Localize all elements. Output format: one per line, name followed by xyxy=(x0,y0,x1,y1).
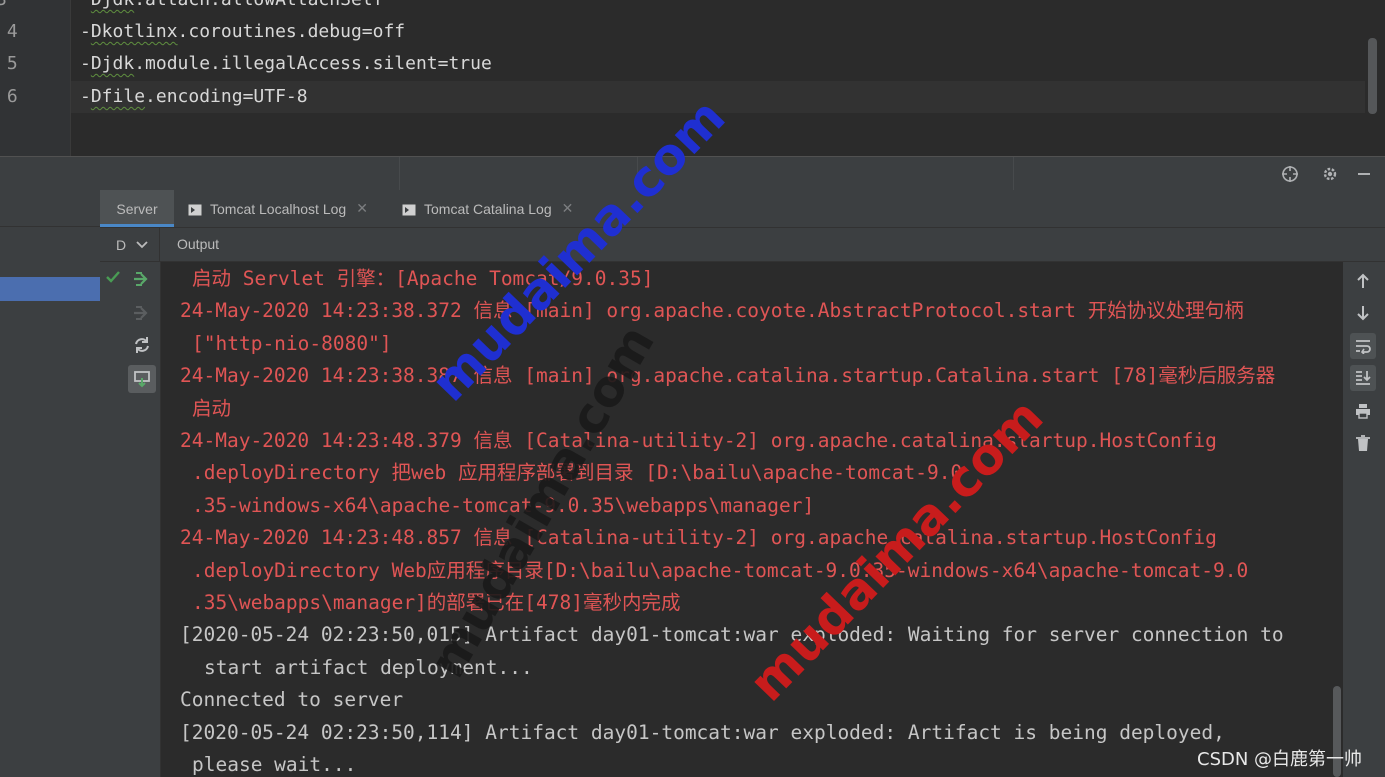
tab-bar: Server Tomcat Localhost Log ✕ Tomcat Cat… xyxy=(100,190,1385,228)
console-line: ["http-nio-8080"] xyxy=(192,331,392,355)
console-line: Connected to server xyxy=(180,688,404,712)
chevron-down-icon xyxy=(136,238,148,252)
console-line: [2020-05-24 02:23:50,015] Artifact day01… xyxy=(180,623,1284,647)
console-line: .35\webapps\manager]的部署已在[478]毫秒内完成 xyxy=(192,591,681,614)
close-icon[interactable]: ✕ xyxy=(562,200,574,217)
trash-icon[interactable] xyxy=(1350,430,1376,456)
code-line[interactable]: Djdk.attach.allowAttachSelf xyxy=(80,0,384,16)
console-line: .deployDirectory Web应用程序目录[D:\bailu\apac… xyxy=(192,558,1249,582)
tab-tomcat-localhost-log[interactable]: Tomcat Localhost Log ✕ xyxy=(188,190,368,227)
check-icon xyxy=(100,264,126,290)
minimize-icon[interactable] xyxy=(1352,162,1376,186)
console-line: please wait... xyxy=(192,753,357,776)
console-line: 启动 Servlet 引擎：[Apache Tomcat/9.0.35] xyxy=(192,267,654,290)
console-line: [2020-05-24 02:23:50,114] Artifact day01… xyxy=(180,720,1225,744)
console-line: .deployDirectory 把web 应用程序部署到目录 [D:\bail… xyxy=(192,461,963,485)
selected-tree-node[interactable] xyxy=(0,277,100,301)
output-title: Output xyxy=(177,236,220,252)
line-number: 15 xyxy=(6,53,18,74)
console-line: 启动 xyxy=(192,396,232,420)
deploy-disabled-icon[interactable] xyxy=(129,300,155,326)
deploy-all-icon[interactable] xyxy=(129,266,155,292)
log-icon xyxy=(402,203,416,215)
tab-server[interactable]: Server xyxy=(100,190,174,227)
deploy-selected-icon[interactable] xyxy=(128,365,156,393)
tab-label: Tomcat Catalina Log xyxy=(424,200,552,217)
print-icon[interactable] xyxy=(1350,398,1376,424)
arrow-down-icon[interactable] xyxy=(1350,300,1376,326)
console-line: 24-May-2020 14:23:48.857 信息 [Catalina-ut… xyxy=(180,526,1217,550)
arrow-up-icon[interactable] xyxy=(1350,268,1376,294)
console-line: .35-windows-x64\apache-tomcat-9.0.35\web… xyxy=(192,493,815,517)
server-action-toolbar xyxy=(100,262,161,777)
code-line[interactable]: -Dfile.encoding=UTF-8 xyxy=(80,81,308,113)
line-number: 3 xyxy=(0,0,7,16)
gear-icon[interactable] xyxy=(1318,162,1342,186)
log-icon xyxy=(188,203,202,215)
line-number: 16 xyxy=(6,86,18,107)
console-line: 24-May-2020 14:23:38.387 信息 [main] org.a… xyxy=(180,364,1276,388)
header-divider xyxy=(637,157,638,190)
crosshair-icon[interactable] xyxy=(1278,162,1302,186)
header-divider xyxy=(399,157,400,190)
tool-window-header xyxy=(0,156,1385,190)
tab-label: Server xyxy=(116,200,158,217)
tab-tomcat-catalina-log[interactable]: Tomcat Catalina Log ✕ xyxy=(402,190,573,227)
refresh-icon[interactable] xyxy=(129,332,155,358)
console-line: start artifact deployment... xyxy=(204,655,533,679)
services-tree-panel[interactable] xyxy=(0,190,101,777)
output-header: D Output xyxy=(100,228,1385,262)
line-number: 14 xyxy=(6,21,18,42)
code-line[interactable]: -Djdk.module.illegalAccess.silent=true xyxy=(80,48,492,80)
editor-scrollbar[interactable] xyxy=(1368,38,1377,114)
console-line: 24-May-2020 14:23:38.372 信息 [main] org.a… xyxy=(180,299,1244,323)
deployment-dropdown[interactable]: D xyxy=(100,228,160,261)
console-output[interactable]: 启动 Servlet 引擎：[Apache Tomcat/9.0.35] 24-M… xyxy=(161,262,1343,777)
console-line: 24-May-2020 14:23:48.379 信息 [Catalina-ut… xyxy=(180,429,1217,452)
soft-wrap-icon[interactable] xyxy=(1350,333,1376,359)
dropdown-value: D xyxy=(116,236,127,253)
tab-label: Tomcat Localhost Log xyxy=(210,200,347,217)
csdn-watermark: CSDN @白鹿第一帅 xyxy=(1197,749,1363,770)
header-divider xyxy=(1013,157,1014,190)
editor-area[interactable]: 3 14 15 16 Djdk.attach.allowAttachSelf -… xyxy=(0,0,1385,156)
console-toolbar xyxy=(1343,262,1385,777)
code-line[interactable]: -Dkotlinx.coroutines.debug=off xyxy=(80,16,405,48)
panel-divider xyxy=(0,226,100,227)
scroll-to-end-icon[interactable] xyxy=(1350,365,1376,391)
close-icon[interactable]: ✕ xyxy=(356,200,368,217)
